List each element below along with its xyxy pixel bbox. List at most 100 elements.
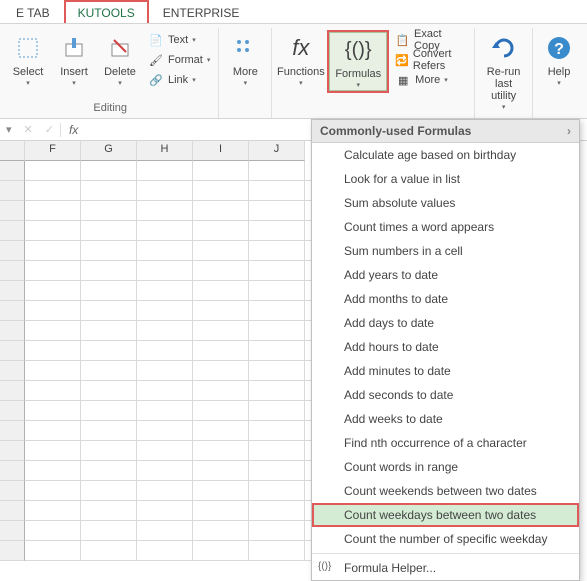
cell[interactable] — [137, 501, 193, 521]
cell[interactable] — [193, 221, 249, 241]
cell[interactable] — [25, 161, 81, 181]
cell[interactable] — [25, 241, 81, 261]
insert-button[interactable]: Insert▾ — [52, 30, 96, 90]
cell[interactable] — [137, 361, 193, 381]
menu-item[interactable]: Count weekends between two dates — [312, 479, 579, 503]
cell[interactable] — [81, 341, 137, 361]
cell[interactable] — [25, 221, 81, 241]
cell[interactable] — [249, 381, 305, 401]
convert-refers-button[interactable]: 🔁Convert Refers — [391, 50, 470, 70]
cell[interactable] — [81, 221, 137, 241]
cell[interactable] — [193, 301, 249, 321]
cell[interactable] — [81, 161, 137, 181]
format-button[interactable]: 🖌Format▾ — [144, 50, 214, 70]
cell[interactable] — [25, 401, 81, 421]
cell[interactable] — [137, 441, 193, 461]
cell[interactable] — [249, 221, 305, 241]
cell[interactable] — [137, 301, 193, 321]
cell[interactable] — [193, 201, 249, 221]
cell[interactable] — [81, 241, 137, 261]
cell[interactable] — [25, 361, 81, 381]
cell[interactable] — [193, 361, 249, 381]
cell[interactable] — [193, 481, 249, 501]
cell[interactable] — [249, 501, 305, 521]
cell[interactable] — [137, 341, 193, 361]
cell[interactable] — [25, 541, 81, 561]
menu-item-formula-helper[interactable]: Formula Helper... — [312, 556, 579, 580]
cell[interactable] — [81, 521, 137, 541]
cell[interactable] — [249, 401, 305, 421]
menu-item[interactable]: Sum absolute values — [312, 191, 579, 215]
link-button[interactable]: 🔗Link▾ — [144, 70, 214, 90]
cell[interactable] — [137, 241, 193, 261]
menu-item[interactable]: Find nth occurrence of a character — [312, 431, 579, 455]
rerun-button[interactable]: Re-runlast utility▾ — [479, 30, 528, 113]
tab-etab[interactable]: E TAB — [2, 0, 64, 23]
cell[interactable] — [249, 421, 305, 441]
cell[interactable] — [25, 441, 81, 461]
cell[interactable] — [249, 241, 305, 261]
menu-item[interactable]: Look for a value in list — [312, 167, 579, 191]
cell[interactable] — [249, 521, 305, 541]
cell[interactable] — [25, 341, 81, 361]
cell[interactable] — [193, 521, 249, 541]
cell[interactable] — [137, 461, 193, 481]
cell[interactable] — [25, 501, 81, 521]
cell[interactable] — [249, 341, 305, 361]
cell[interactable] — [193, 321, 249, 341]
cell[interactable] — [25, 461, 81, 481]
cell[interactable] — [193, 181, 249, 201]
functions-button[interactable]: fx Functions▾ — [276, 30, 325, 93]
cell[interactable] — [137, 261, 193, 281]
cell[interactable] — [81, 181, 137, 201]
cell[interactable] — [137, 181, 193, 201]
menu-item[interactable]: Calculate age based on birthday — [312, 143, 579, 167]
cell[interactable] — [25, 201, 81, 221]
fbar-cancel-icon[interactable]: ✕ — [18, 123, 39, 136]
menu-item[interactable]: Sum numbers in a cell — [312, 239, 579, 263]
cell[interactable] — [249, 321, 305, 341]
cell[interactable] — [137, 401, 193, 421]
col-header[interactable]: J — [249, 141, 305, 161]
col-header[interactable]: H — [137, 141, 193, 161]
menu-item[interactable]: Count words in range — [312, 455, 579, 479]
cell[interactable] — [193, 541, 249, 561]
cell[interactable] — [249, 441, 305, 461]
formulas-button[interactable]: {()} Formulas▾ — [329, 32, 387, 91]
menu-item[interactable]: Count times a word appears — [312, 215, 579, 239]
menu-item[interactable]: Add minutes to date — [312, 359, 579, 383]
cell[interactable] — [249, 201, 305, 221]
cell[interactable] — [137, 541, 193, 561]
tab-enterprise[interactable]: ENTERPRISE — [149, 0, 254, 23]
cell[interactable] — [249, 481, 305, 501]
select-button[interactable]: Select▾ — [6, 30, 50, 90]
cell[interactable] — [81, 481, 137, 501]
menu-item[interactable]: Add seconds to date — [312, 383, 579, 407]
cell[interactable] — [81, 541, 137, 561]
cell[interactable] — [25, 321, 81, 341]
cell[interactable] — [193, 381, 249, 401]
cell[interactable] — [193, 501, 249, 521]
help-button[interactable]: ? Help▾ — [537, 30, 581, 89]
cell[interactable] — [137, 381, 193, 401]
cell[interactable] — [193, 341, 249, 361]
cell[interactable] — [25, 261, 81, 281]
cell[interactable] — [81, 421, 137, 441]
menu-item[interactable]: Add days to date — [312, 311, 579, 335]
cell[interactable] — [249, 281, 305, 301]
fbar-dropdown[interactable]: ▾ — [0, 123, 18, 136]
cell[interactable] — [137, 521, 193, 541]
cell[interactable] — [193, 261, 249, 281]
cell[interactable] — [249, 461, 305, 481]
cell[interactable] — [193, 441, 249, 461]
cell[interactable] — [137, 221, 193, 241]
cell[interactable] — [81, 261, 137, 281]
cell[interactable] — [137, 161, 193, 181]
tab-kutools[interactable]: KUTOOLS — [64, 0, 149, 23]
cell[interactable] — [137, 321, 193, 341]
cell[interactable] — [249, 541, 305, 561]
cell[interactable] — [137, 421, 193, 441]
cell[interactable] — [25, 381, 81, 401]
cell[interactable] — [81, 381, 137, 401]
col-header[interactable]: G — [81, 141, 137, 161]
